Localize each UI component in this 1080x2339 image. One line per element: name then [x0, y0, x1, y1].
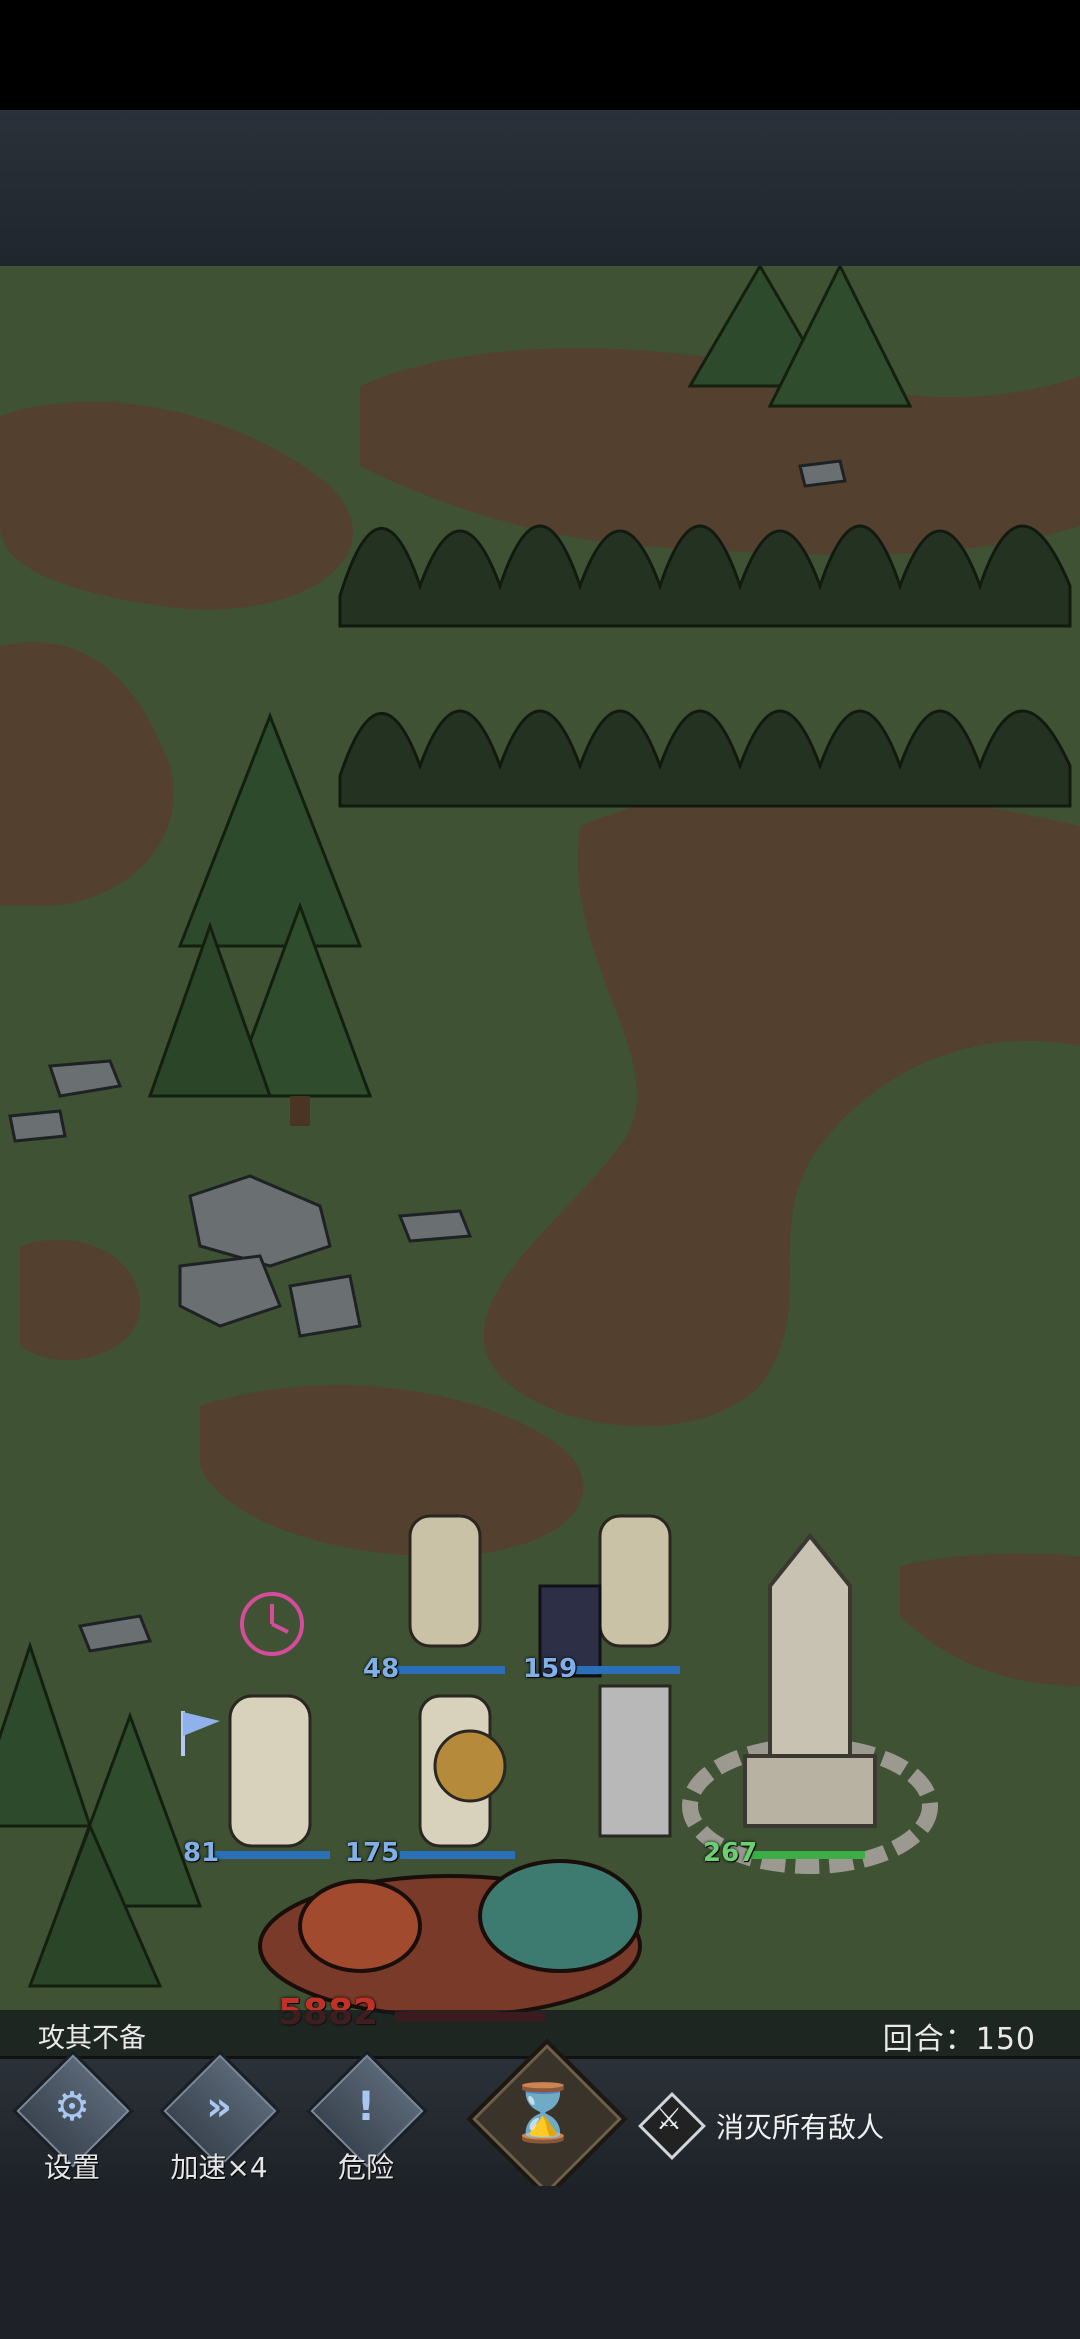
pine-tree [687, 266, 913, 408]
dirt-patch [900, 1553, 1080, 1686]
objective-text: 消灭所有敌人 [716, 2111, 885, 2144]
settings-label: 设置 [43, 2151, 100, 2184]
gear-icon: ⚙ [54, 2084, 90, 2130]
top-frame [0, 110, 1080, 268]
danger-button[interactable]: ! 危险 [302, 2050, 430, 2184]
rally-flag [181, 1711, 220, 1756]
dirt-patch [200, 1385, 584, 1556]
dirt-patch [20, 1239, 140, 1361]
unit-hp: 48 [363, 1654, 400, 1684]
unit-hp: 159 [523, 1654, 578, 1684]
top-black-bar [0, 0, 1080, 110]
bottom-filler [0, 2186, 1080, 2339]
pine-tree [0, 1641, 203, 1988]
unit-hp: 175 [345, 1838, 400, 1868]
terrain-svg [0, 266, 1080, 2022]
crossed-swords-icon: ⚔ [655, 2102, 683, 2137]
fast-forward-icon: » [206, 2084, 232, 2130]
dirt-patch [0, 401, 353, 610]
ally-hp: 267 [703, 1838, 758, 1868]
bush-row-lower [338, 709, 1072, 808]
pine-tree [147, 711, 373, 1126]
dirt-patch [0, 642, 174, 906]
stone-obelisk [682, 1532, 938, 1874]
exclamation-icon: ! [356, 2084, 376, 2130]
settings-button[interactable]: ⚙ 设置 [8, 2050, 136, 2184]
unit-hp: 81 [183, 1838, 220, 1868]
speed-label: 加速×4 [170, 2151, 268, 2184]
speed-button[interactable]: » 加速×4 [155, 2050, 283, 2184]
hero-group [228, 1514, 672, 1848]
timer-marker [240, 1592, 304, 1656]
dirt-patch [483, 788, 1080, 1427]
end-turn-button[interactable]: ⌛ [466, 2038, 628, 2200]
turn-counter: 回合：150 [882, 2022, 1036, 2057]
danger-label: 危险 [337, 2151, 394, 2184]
ambush-label: 攻其不备 [38, 2023, 146, 2054]
battle-map[interactable]: 48 159 81 175 267 5882 [0, 266, 1080, 2056]
hourglass-icon: ⌛ [508, 2081, 578, 2146]
